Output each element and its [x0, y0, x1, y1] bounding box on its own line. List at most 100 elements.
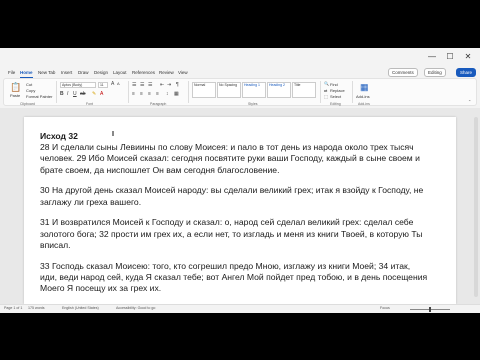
ribbon-separator [56, 81, 57, 103]
document-page[interactable]: Исход 32 28 И сделали сыны Левиины по сло… [24, 117, 456, 304]
style-heading-1[interactable]: Heading 1 [242, 82, 266, 98]
document-paragraph: 28 И сделали сыны Левиины по слову Моисе… [40, 142, 450, 176]
title-bar: — ☐ ✕ [0, 48, 480, 68]
paste-icon[interactable]: 📋 [10, 82, 21, 93]
paragraph-line: брате своем, да ниспошлет Он вам сегодня… [40, 164, 280, 175]
document-body[interactable]: Исход 32 28 И сделали сыны Левиины по сло… [40, 131, 450, 304]
paragraph-line: человек. 29 Ибо Моисей сказал: сегодня п… [40, 153, 420, 164]
format-painter-button[interactable]: Format Painter [26, 94, 52, 99]
replace-button[interactable]: Replace [330, 88, 345, 93]
accessibility-indicator[interactable]: Accessibility: Good to go [116, 306, 155, 310]
language-indicator[interactable]: English (United States) [62, 306, 99, 310]
highlight-icon[interactable]: ✎ [92, 91, 96, 97]
style-heading-2[interactable]: Heading 2 [267, 82, 291, 98]
vertical-scrollbar[interactable] [474, 117, 478, 297]
font-size-select[interactable]: 11 [98, 82, 108, 88]
multilevel-list-icon[interactable]: ☰ [148, 82, 152, 88]
paragraph-line: вписал. [40, 239, 71, 250]
ribbon-separator [320, 81, 321, 103]
find-button[interactable]: Find [330, 82, 338, 87]
align-left-icon[interactable]: ≡ [132, 91, 135, 97]
tab-view[interactable]: View [178, 68, 188, 78]
shading-icon[interactable]: ▦ [174, 91, 179, 97]
bullets-icon[interactable]: ☰ [132, 82, 136, 88]
strikethrough-icon[interactable]: ab [80, 91, 86, 97]
add-ins-icon[interactable]: ▦ [360, 82, 369, 93]
tab-design[interactable]: Design [94, 68, 108, 78]
group-label-editing: Editing [330, 102, 341, 106]
underline-icon[interactable]: U [73, 91, 77, 97]
tab-new-tab[interactable]: New Tab [38, 68, 55, 78]
select-button[interactable]: Select [330, 94, 341, 99]
decrease-indent-icon[interactable]: ⇤ [160, 82, 164, 88]
document-paragraph: 33 Господь сказал Моисею: того, кто согр… [40, 261, 450, 295]
ribbon-separator [352, 81, 353, 103]
tab-layout[interactable]: Layout [113, 68, 127, 78]
ribbon-separator [128, 81, 129, 103]
style-normal[interactable]: Normal [192, 82, 216, 98]
minimize-button[interactable]: — [424, 51, 440, 63]
paragraph-line: заглажу ли греха вашего. [40, 196, 142, 207]
replace-icon[interactable]: ⇄ [324, 88, 327, 93]
tab-home[interactable]: Home [20, 68, 33, 78]
font-color-icon[interactable]: A [100, 91, 103, 97]
italic-icon[interactable]: I [67, 91, 68, 97]
tab-insert[interactable]: Insert [61, 68, 72, 78]
group-label-add-ins: Add-ins [358, 102, 370, 106]
page-count[interactable]: Page 1 of 1 [4, 306, 22, 310]
bold-icon[interactable]: B [60, 91, 64, 97]
document-canvas: Исход 32 28 И сделали сыны Левиины по сло… [0, 108, 480, 304]
shrink-font-icon[interactable]: A [117, 81, 120, 86]
line-spacing-icon[interactable]: ↕ [166, 91, 169, 97]
group-label-paragraph: Paragraph [150, 102, 167, 106]
ribbon: 📋 Paste Cut Copy Format Painter Clipboar… [3, 78, 477, 106]
copy-button[interactable]: Copy [26, 88, 35, 93]
increase-indent-icon[interactable]: ⇥ [167, 82, 171, 88]
cut-button[interactable]: Cut [26, 82, 32, 87]
show-formatting-icon[interactable]: ¶ [176, 82, 179, 88]
tab-review[interactable]: Review [159, 68, 174, 78]
mouse-cursor [112, 131, 114, 136]
tab-references[interactable]: References [132, 68, 155, 78]
word-window: — ☐ ✕ File Home New Tab Insert Draw Desi… [0, 48, 480, 313]
select-icon[interactable]: ⬚ [324, 94, 328, 99]
status-bar: Page 1 of 1 175 words English (United St… [0, 304, 480, 313]
editing-mode-button[interactable]: Editing [424, 68, 446, 77]
justify-icon[interactable]: ≡ [156, 91, 159, 97]
word-count[interactable]: 175 words [28, 306, 45, 310]
style-no-spacing[interactable]: No Spacing [217, 82, 241, 98]
paste-label[interactable]: Paste [10, 93, 20, 98]
font-name-select[interactable]: Aptos (Body) [60, 82, 96, 88]
group-label-styles: Styles [248, 102, 258, 106]
ribbon-separator [188, 81, 189, 103]
paragraph-line: иди, веди народ сей, куда Я сказал тебе;… [40, 271, 428, 282]
align-right-icon[interactable]: ≡ [148, 91, 151, 97]
tab-file[interactable]: File [8, 68, 15, 78]
maximize-button[interactable]: ☐ [442, 51, 458, 63]
paragraph-line: 33 Господь сказал Моисею: того, кто согр… [40, 260, 411, 271]
focus-button[interactable]: Focus [380, 306, 390, 310]
paragraph-line: золотого бога; 32 прости им грех их, а е… [40, 228, 423, 239]
paragraph-line: Моего Я посещу их за грех их. [40, 283, 162, 294]
paragraph-line: 28 И сделали сыны Левиины по слову Моисе… [40, 142, 414, 153]
find-icon[interactable]: 🔍 [324, 81, 329, 86]
document-paragraph: 30 На другой день сказал Моисей народу: … [40, 185, 450, 207]
numbering-icon[interactable]: ☰ [140, 82, 144, 88]
paragraph-line: 31 И возвратился Моисей к Господу и сказ… [40, 217, 414, 228]
grow-font-icon[interactable]: A [111, 81, 114, 87]
video-frame: — ☐ ✕ File Home New Tab Insert Draw Desi… [0, 0, 480, 360]
align-center-icon[interactable]: ≡ [140, 91, 143, 97]
zoom-slider-thumb[interactable] [429, 307, 431, 312]
paragraph-line: 30 На другой день сказал Моисей народу: … [40, 185, 424, 196]
tab-draw[interactable]: Draw [78, 68, 89, 78]
zoom-slider[interactable] [410, 307, 450, 312]
group-label-clipboard: Clipboard [20, 102, 35, 106]
close-button[interactable]: ✕ [460, 51, 476, 63]
comments-button[interactable]: Comments [388, 68, 418, 77]
collapse-ribbon-icon[interactable]: ⌃ [468, 99, 471, 104]
group-label-font: Font [86, 102, 94, 106]
style-title[interactable]: Title [292, 82, 316, 98]
add-ins-button[interactable]: Add-ins [356, 94, 370, 99]
document-paragraph: 31 И возвратился Моисей к Господу и сказ… [40, 217, 450, 251]
share-button[interactable]: Share [456, 68, 477, 77]
